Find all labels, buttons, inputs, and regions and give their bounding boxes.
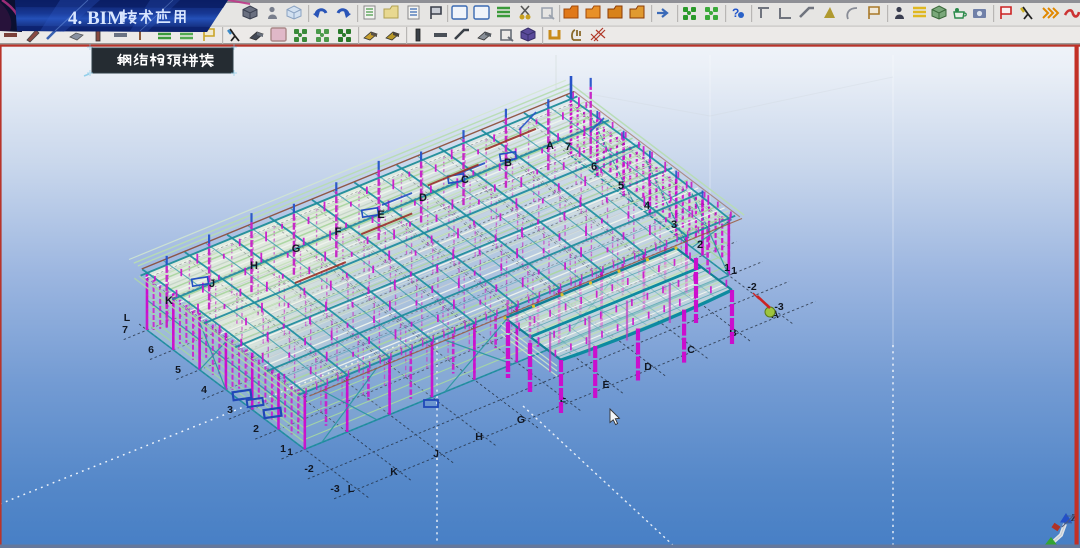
svg-text:3: 3 — [671, 219, 677, 231]
svg-text:2: 2 — [253, 423, 259, 435]
svg-text:1: 1 — [731, 265, 737, 277]
svg-text:4. BIM: 4. BIM — [68, 8, 125, 29]
svg-text:G: G — [292, 243, 301, 255]
svg-text:1: 1 — [287, 447, 293, 458]
svg-text:H: H — [475, 431, 483, 443]
svg-text:6: 6 — [148, 344, 154, 356]
svg-text:2: 2 — [697, 239, 703, 251]
svg-text:1: 1 — [280, 443, 286, 455]
svg-text:E: E — [602, 379, 609, 391]
svg-text:4: 4 — [201, 384, 207, 396]
svg-text:6: 6 — [591, 161, 597, 173]
svg-text:K: K — [165, 295, 173, 307]
svg-text:B: B — [504, 157, 512, 169]
svg-text:5: 5 — [175, 364, 181, 376]
svg-text:-3: -3 — [774, 301, 783, 313]
svg-text:E: E — [377, 209, 384, 221]
svg-text:-2: -2 — [304, 463, 313, 475]
svg-text:D: D — [419, 192, 427, 204]
svg-text:L: L — [348, 483, 355, 495]
svg-text:5: 5 — [618, 180, 624, 192]
svg-text:4: 4 — [644, 200, 651, 212]
svg-text:7: 7 — [122, 324, 128, 336]
svg-text:C: C — [461, 174, 469, 186]
svg-text:F: F — [335, 226, 342, 238]
svg-text:-2: -2 — [747, 281, 756, 293]
svg-text:3: 3 — [227, 404, 233, 416]
svg-text:L: L — [124, 312, 131, 324]
svg-text:7: 7 — [565, 141, 571, 153]
svg-text:J: J — [433, 448, 439, 460]
svg-text:H: H — [250, 260, 258, 272]
svg-text:-3: -3 — [330, 483, 339, 495]
svg-text:G: G — [517, 414, 525, 426]
svg-text:?: ? — [732, 6, 739, 20]
svg-text:1: 1 — [724, 262, 730, 274]
svg-text:A: A — [546, 140, 554, 152]
svg-text:J: J — [209, 278, 215, 290]
svg-text:C: C — [687, 344, 695, 356]
svg-text:D: D — [644, 361, 652, 373]
svg-text:K: K — [390, 466, 398, 478]
